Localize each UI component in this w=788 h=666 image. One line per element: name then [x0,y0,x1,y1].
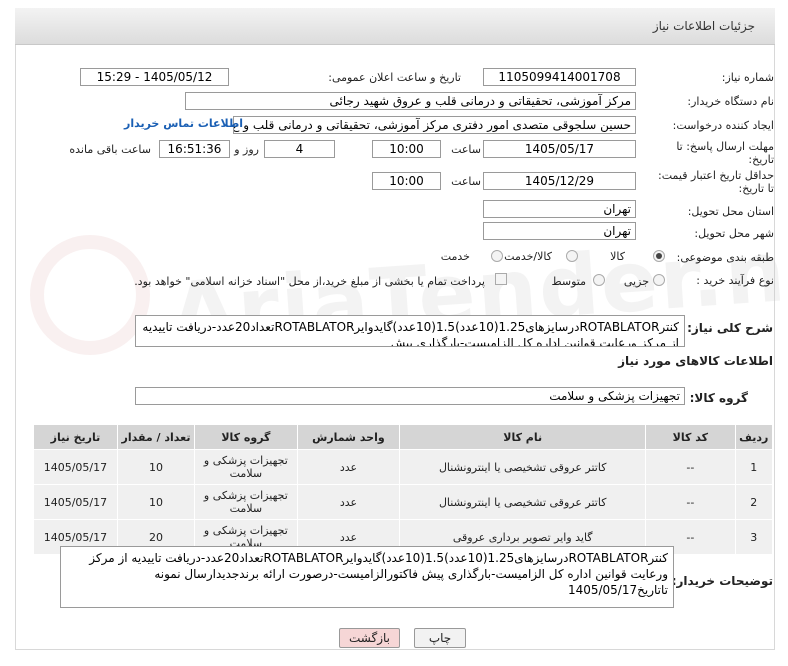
process-label: نوع فرآیند خرید : [696,274,774,287]
table-row: 1 -- کاتتر عروقی تشخیصی یا اینترونشنال ع… [33,449,773,485]
province-label: استان محل تحویل: [687,205,774,218]
cell-date: 1405/05/17 [33,449,118,485]
cell-row: 2 [734,484,773,520]
buyer-notes-label: توضیحات خریدار: [671,574,773,588]
cell-qty: 10 [116,484,196,520]
city-field: تهران [483,222,636,240]
payment-note: پرداخت تمام یا بخشی از مبلغ خرید،از محل … [134,275,485,288]
table-row: 2 -- کاتتر عروقی تشخیصی یا اینترونشنال ع… [33,484,773,520]
validity-time-field: 10:00 [372,172,441,190]
remaining-time-field: 16:51:36 [159,140,230,158]
payment-checkbox[interactable] [495,273,507,285]
process-radio-medium[interactable] [593,274,605,286]
cell-date: 1405/05/17 [33,484,118,520]
contact-buyer-link[interactable]: اطلاعات تماس خریدار [124,117,243,130]
col-date: تاریخ نیاز [33,424,118,450]
print-button[interactable]: چاپ [414,628,466,648]
cell-unit: عدد [296,449,401,485]
deadline-time-field: 10:00 [372,140,441,158]
cell-unit: عدد [296,484,401,520]
cell-qty: 10 [116,449,196,485]
category-label: طبقه بندی موضوعی: [676,251,774,264]
validity-time-label: ساعت [451,175,481,188]
need-number-label: شماره نیاز: [721,71,774,84]
city-label: شهر محل تحویل: [694,227,774,240]
validity-date-field: 1405/12/29 [483,172,636,190]
deadline-time-label: ساعت [451,143,481,156]
goods-group-label: گروه کالا: [689,391,748,405]
need-number-field: 1105099414001708 [483,68,636,86]
cell-group: تجهیزات پزشکی و سلامت [194,449,298,485]
col-name: نام کالا [399,424,647,450]
cell-code: -- [645,484,736,520]
page-header: جزئیات اطلاعات نیاز [15,8,775,45]
announce-label: تاریخ و ساعت اعلان عمومی: [328,71,461,84]
col-row: ردیف [734,424,773,450]
days-label: روز و [234,143,259,156]
cell-group: تجهیزات پزشکی و سلامت [194,484,298,520]
category-option-goods: کالا [610,250,625,263]
page-title: جزئیات اطلاعات نیاز [652,19,755,33]
cell-name: کاتتر عروقی تشخیصی یا اینترونشنال [399,449,647,485]
cell-row: 1 [734,449,773,485]
deadline-date-field: 1405/05/17 [483,140,636,158]
process-radio-minor[interactable] [653,274,665,286]
deadline-label-date: تاریخ: [748,153,774,166]
description-field: کنترROTABLATORدرسایزهای1.25(10عدد)1.5(10… [135,315,685,347]
process-option-medium: متوسط [551,275,586,288]
process-option-minor: جزیی [623,275,649,288]
days-field: 4 [264,140,335,158]
table-header-row: ردیف کد کالا نام کالا واحد شمارش گروه کا… [33,424,773,450]
goods-section-title: اطلاعات کالاهای مورد نیاز [618,354,773,368]
col-group: گروه کالا [194,424,298,450]
category-radio-service[interactable] [491,250,503,262]
cell-code: -- [645,449,736,485]
remaining-label: ساعت باقی مانده [69,143,151,156]
creator-field: حسین سلجوقی متصدی امور دفتری مرکز آموزشی… [233,116,636,134]
province-field: تهران [483,200,636,218]
col-qty: تعداد / مقدار [116,424,196,450]
goods-table: ردیف کد کالا نام کالا واحد شمارش گروه کا… [33,424,773,555]
category-option-service: خدمت [440,250,470,263]
creator-label: ایجاد کننده درخواست: [672,119,774,132]
validity-label-date: تا تاریخ: [738,182,774,195]
validity-label: حداقل تاریخ اعتبار قیمت: [658,169,774,182]
col-code: کد کالا [645,424,736,450]
back-button[interactable]: بازگشت [339,628,400,648]
goods-group-field: تجهیزات پزشکی و سلامت [135,387,685,405]
category-radio-goods-service[interactable] [566,250,578,262]
cell-row: 3 [734,519,773,555]
deadline-label: مهلت ارسال پاسخ: تا [676,140,774,153]
category-option-goods-service: کالا/خدمت [504,250,552,263]
buyer-notes-field: کنترROTABLATORدرسایزهای1.25(10عدد)1.5(10… [60,546,674,608]
col-unit: واحد شمارش [296,424,401,450]
category-radio-goods[interactable] [653,250,665,262]
buyer-field: مرکز آموزشی، تحقیقاتی و درمانی قلب و عرو… [185,92,636,110]
cell-name: کاتتر عروقی تشخیصی یا اینترونشنال [399,484,647,520]
buyer-label: نام دستگاه خریدار: [687,95,774,108]
announce-date-field: 1405/05/12 - 15:29 [80,68,229,86]
description-label: شرح کلی نیاز: [687,321,773,335]
